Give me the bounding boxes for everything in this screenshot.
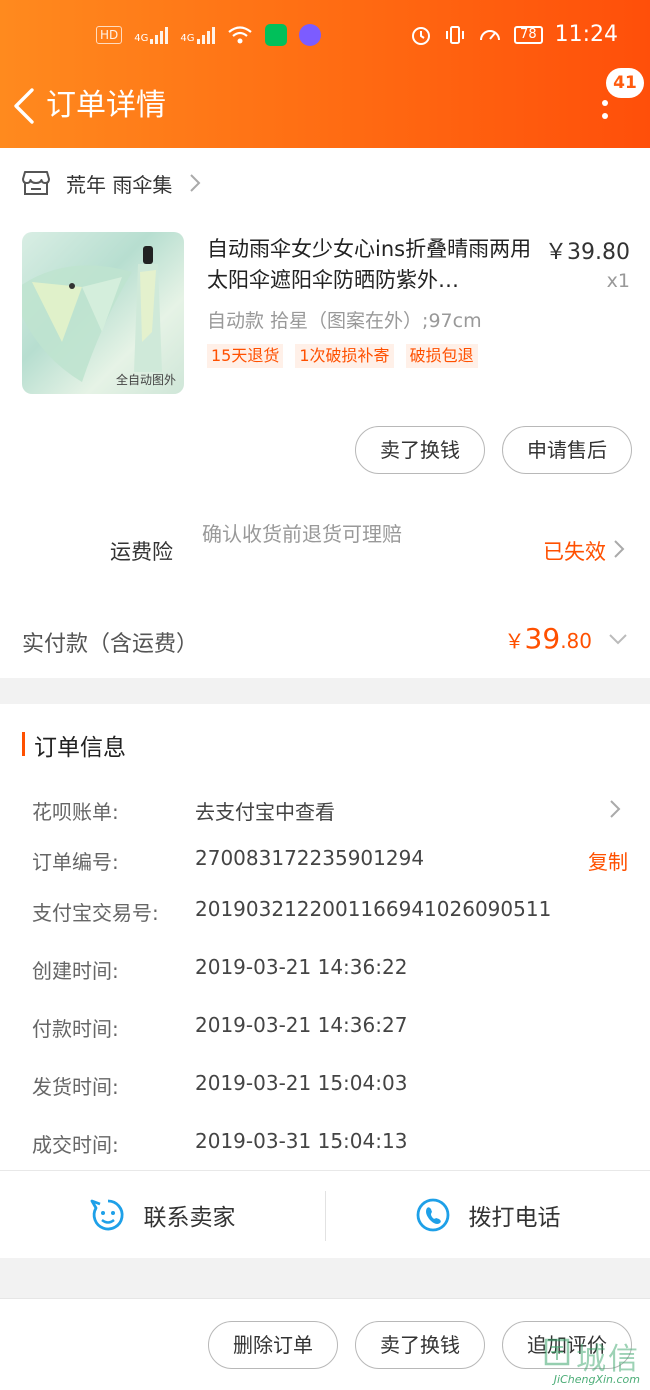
order-item-card: 荒年 雨伞集 全自动图外 自动雨伞女少女心ins折叠晴雨两用太阳伞遮阳伞防晒防紫… bbox=[0, 148, 650, 678]
info-value: 2019-03-21 15:04:03 bbox=[195, 1071, 408, 1095]
info-value: 去支付宝中查看 bbox=[195, 800, 335, 824]
back-arrow-icon[interactable] bbox=[10, 86, 40, 126]
header: HD 4G 4G 78 11:24 订单详情 41 bbox=[0, 0, 650, 148]
watermark-url: JiChengXin.com bbox=[553, 1373, 640, 1386]
order-info-card: 订单信息 花呗账单: 去支付宝中查看 订单编号: 270083172235901… bbox=[0, 704, 650, 1258]
watermark-logo-icon bbox=[544, 1338, 570, 1366]
more-dots-icon[interactable] bbox=[602, 100, 610, 126]
hd-indicator: HD bbox=[96, 26, 123, 44]
service-tag: 1次破损补寄 bbox=[295, 344, 394, 368]
watermark-text: 城信 bbox=[576, 1342, 640, 1377]
payment-amount: ￥39.80 bbox=[504, 622, 592, 655]
store-icon bbox=[22, 171, 50, 195]
service-tag: 破损包退 bbox=[405, 344, 478, 368]
call-phone-label: 拨打电话 bbox=[468, 1205, 561, 1231]
info-label: 订单编号: bbox=[32, 850, 119, 874]
delete-order-button[interactable]: 删除订单 bbox=[208, 1321, 338, 1369]
signal-icon: 4G bbox=[180, 26, 215, 44]
product-image[interactable]: 全自动图外 bbox=[22, 232, 184, 394]
store-name: 荒年 雨伞集 bbox=[66, 172, 173, 197]
info-label: 发货时间: bbox=[32, 1075, 119, 1099]
section-accent-bar bbox=[22, 732, 25, 756]
info-label: 付款时间: bbox=[32, 1017, 119, 1041]
chevron-right-icon bbox=[190, 174, 201, 192]
shipping-insurance-description: 确认收货前退货可理赔 bbox=[202, 522, 402, 546]
page-title: 订单详情 bbox=[46, 88, 166, 123]
after-sale-button[interactable]: 申请售后 bbox=[502, 426, 632, 474]
chevron-right-icon bbox=[614, 540, 625, 558]
huabei-bill-row[interactable]: 花呗账单: 去支付宝中查看 bbox=[32, 796, 632, 826]
product-price: ￥39.80 bbox=[545, 240, 630, 265]
info-label: 创建时间: bbox=[32, 959, 119, 983]
contact-seller-label: 联系卖家 bbox=[143, 1205, 236, 1231]
sell-for-cash-button[interactable]: 卖了换钱 bbox=[355, 426, 485, 474]
service-tags: 15天退货 1次破损补寄 破损包退 bbox=[207, 344, 478, 368]
info-label: 支付宝交易号: bbox=[32, 901, 159, 925]
info-value: 2019-03-21 14:36:22 bbox=[195, 955, 408, 979]
status-bar-left: HD 4G 4G bbox=[96, 24, 321, 46]
contact-bar: 联系卖家 拨打电话 bbox=[0, 1170, 650, 1258]
chevron-down-icon[interactable] bbox=[608, 632, 628, 646]
product-title[interactable]: 自动雨伞女少女心ins折叠晴雨两用太阳伞遮阳伞防晒防紫外… bbox=[207, 234, 537, 296]
shipped-time-row: 发货时间: 2019-03-21 15:04:03 bbox=[32, 1071, 632, 1101]
product-sku: 自动款 拾星（图案在外）;97cm bbox=[207, 310, 482, 332]
info-value: 2019-03-31 15:04:13 bbox=[195, 1129, 408, 1153]
order-number-row: 订单编号: 270083172235901294 复制 bbox=[32, 846, 632, 876]
app-notification-icon bbox=[298, 24, 321, 46]
battery-icon: 78 bbox=[514, 25, 543, 44]
speed-icon bbox=[480, 29, 501, 40]
info-value: 270083172235901294 bbox=[195, 846, 425, 870]
phone-icon bbox=[416, 1198, 449, 1232]
info-value: 2019-03-21 14:36:27 bbox=[195, 1013, 408, 1037]
umbrella-image-icon bbox=[22, 246, 162, 382]
store-link[interactable]: 荒年 雨伞集 bbox=[22, 166, 202, 200]
shipping-insurance-status: 已失效 bbox=[543, 540, 606, 564]
sell-for-cash-button[interactable]: 卖了换钱 bbox=[355, 1321, 485, 1369]
wifi-icon bbox=[227, 26, 252, 44]
chat-face-icon bbox=[90, 1199, 124, 1231]
iqiyi-app-icon bbox=[264, 24, 287, 46]
copy-button[interactable]: 复制 bbox=[588, 846, 628, 875]
product-quantity: x1 bbox=[606, 270, 630, 292]
payment-label: 实付款（含运费） bbox=[22, 632, 199, 657]
shipping-insurance-label: 运费险 bbox=[110, 540, 173, 564]
info-label: 花呗账单: bbox=[32, 800, 119, 824]
section-title: 订单信息 bbox=[34, 735, 126, 761]
clock: 11:24 bbox=[554, 22, 618, 47]
image-caption: 全自动图外 bbox=[115, 373, 176, 387]
signal-icon: 4G bbox=[134, 26, 169, 44]
info-value: 2019032122001166941026090511 bbox=[195, 897, 552, 921]
completed-time-row: 成交时间: 2019-03-31 15:04:13 bbox=[32, 1129, 632, 1159]
service-tag: 15天退货 bbox=[207, 344, 284, 368]
created-time-row: 创建时间: 2019-03-21 14:36:22 bbox=[32, 955, 632, 985]
chevron-right-icon bbox=[610, 800, 621, 818]
bottom-action-bar: 删除订单 卖了换钱 追加评价 城信 JiChengXin.com bbox=[0, 1298, 650, 1390]
notification-badge: 41 bbox=[606, 68, 644, 98]
status-bar-right: 78 11:24 bbox=[410, 22, 618, 47]
vibrate-icon bbox=[446, 25, 465, 44]
alarm-icon bbox=[412, 26, 431, 45]
paid-time-row: 付款时间: 2019-03-21 14:36:27 bbox=[32, 1013, 632, 1043]
contact-seller-button[interactable]: 联系卖家 bbox=[0, 1171, 325, 1259]
alipay-trade-row: 支付宝交易号: 2019032122001166941026090511 bbox=[32, 897, 632, 927]
info-label: 成交时间: bbox=[32, 1133, 119, 1157]
call-phone-button[interactable]: 拨打电话 bbox=[325, 1171, 650, 1259]
status-bar: HD 4G 4G 78 11:24 bbox=[0, 20, 650, 56]
watermark: 城信 JiChengXin.com bbox=[528, 1332, 646, 1388]
